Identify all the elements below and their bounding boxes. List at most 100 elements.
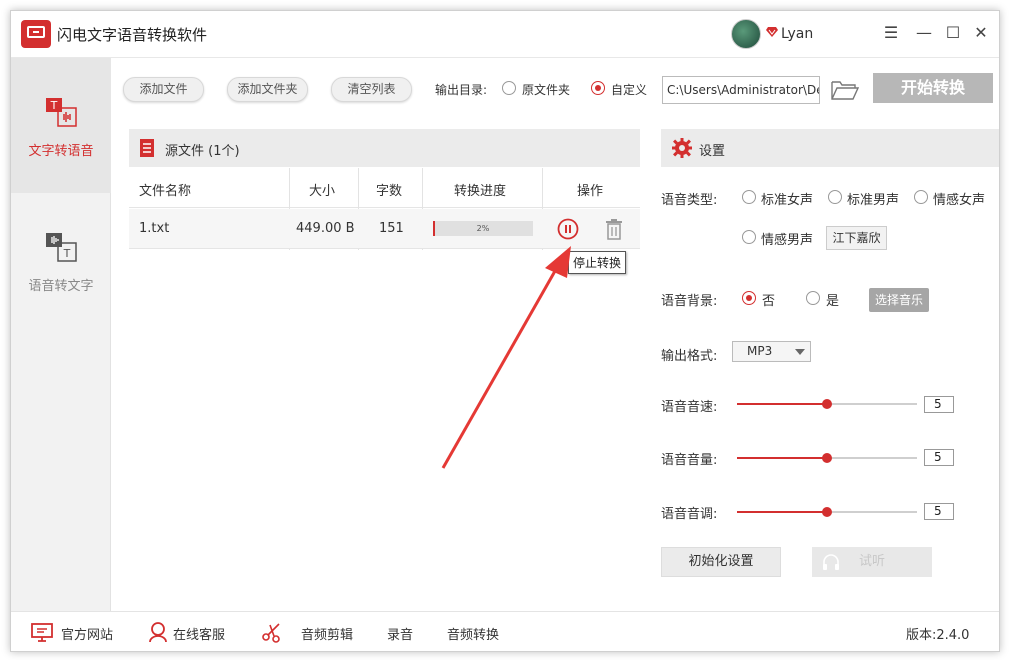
username[interactable]: Lyan (781, 26, 813, 42)
column-header-size: 大小 (309, 180, 335, 199)
slider-knob[interactable] (822, 399, 832, 409)
title-divider (11, 57, 1000, 58)
avatar[interactable] (731, 19, 761, 49)
progress-text: 2% (433, 221, 533, 236)
volume-slider[interactable] (737, 457, 917, 459)
start-convert-button[interactable]: 开始转换 (873, 73, 993, 103)
slider-fill (737, 403, 827, 405)
file-name-cell: 1.txt (139, 221, 169, 236)
official-website-link[interactable]: 官方网站 (61, 624, 113, 643)
text-to-speech-icon: T (44, 96, 78, 130)
radio-standard-male[interactable] (828, 190, 842, 204)
sidebar-item-label: 文字转语音 (11, 140, 111, 159)
output-path-input[interactable]: C:\Users\Administrator\De (662, 76, 820, 104)
settings-header: 设置 (661, 129, 1000, 167)
sidebar-item-speech-to-text[interactable]: T 语音转文字 (11, 193, 111, 328)
trash-icon[interactable] (605, 218, 623, 240)
slider-knob[interactable] (822, 507, 832, 517)
app-window: 闪电文字语音转换软件 Lyan ☰ — ☐ ✕ T 文字转语音 (10, 10, 1000, 652)
speed-label: 语音音速: (661, 396, 717, 415)
annotation-arrow-icon (431, 246, 581, 476)
column-header-chars: 字数 (376, 180, 402, 199)
sidebar-item-label: 语音转文字 (11, 275, 111, 294)
radio-emotional-male[interactable] (742, 230, 756, 244)
radio-emotional-male-label[interactable]: 情感男声 (761, 229, 813, 248)
vip-diamond-icon (766, 26, 778, 38)
audio-convert-link[interactable]: 音频转换 (447, 624, 499, 643)
radio-background-no[interactable] (742, 291, 756, 305)
headphone-icon (822, 553, 840, 571)
monitor-icon (31, 621, 53, 643)
choose-music-button[interactable]: 选择音乐 (869, 288, 929, 312)
record-link[interactable]: 录音 (387, 624, 413, 643)
speed-slider[interactable] (737, 403, 917, 405)
maximize-button[interactable]: ☐ (943, 23, 963, 43)
table-row[interactable]: 1.txt 449.00 B 151 2% (129, 209, 640, 249)
slider-fill (737, 511, 827, 513)
radio-background-no-label[interactable]: 否 (762, 290, 775, 309)
reset-settings-button[interactable]: 初始化设置 (661, 547, 781, 577)
radio-source-folder-label[interactable]: 原文件夹 (522, 81, 570, 98)
source-file-title: 源文件 (1个) (165, 140, 240, 159)
close-button[interactable]: ✕ (971, 23, 991, 43)
slider-knob[interactable] (822, 453, 832, 463)
gear-icon (671, 137, 693, 159)
column-header-name: 文件名称 (139, 180, 191, 199)
svg-text:T: T (50, 99, 58, 112)
slider-fill (737, 457, 827, 459)
listen-label: 试听 (859, 554, 885, 569)
support-agent-icon (147, 621, 169, 643)
radio-source-folder[interactable] (502, 81, 516, 95)
progress-bar: 2% (433, 221, 533, 236)
menu-icon[interactable]: ☰ (881, 23, 901, 43)
radio-standard-female-label[interactable]: 标准女声 (761, 189, 813, 208)
app-logo-icon (21, 20, 51, 48)
file-table-header: 文件名称 大小 字数 转换进度 操作 (129, 168, 640, 208)
app-title: 闪电文字语音转换软件 (57, 24, 207, 45)
voice-preset-button[interactable]: 江下嘉欣 (826, 226, 887, 250)
radio-custom-folder[interactable] (591, 81, 605, 95)
pause-icon[interactable] (557, 218, 579, 240)
scissors-icon (261, 621, 283, 643)
add-file-button[interactable]: 添加文件 (123, 77, 204, 102)
bottom-bar: 官方网站 在线客服 音频剪辑 录音 音频转换 版本:2.4.0 (11, 611, 1000, 652)
format-select[interactable]: MP3 (732, 341, 811, 362)
clear-list-button[interactable]: 清空列表 (331, 77, 412, 102)
audio-edit-link[interactable]: 音频剪辑 (301, 624, 353, 643)
column-header-progress: 转换进度 (454, 180, 506, 199)
format-select-value: MP3 (747, 344, 772, 358)
volume-value-input[interactable]: 5 (924, 449, 954, 466)
online-support-link[interactable]: 在线客服 (173, 624, 225, 643)
document-icon (139, 138, 155, 158)
settings-title: 设置 (699, 140, 725, 159)
radio-emotional-female-label[interactable]: 情感女声 (933, 189, 985, 208)
sidebar-item-text-to-speech[interactable]: T 文字转语音 (11, 58, 111, 193)
title-bar: 闪电文字语音转换软件 Lyan ☰ — ☐ ✕ (11, 11, 1000, 57)
file-chars-cell: 151 (379, 221, 404, 236)
folder-open-icon[interactable] (831, 79, 859, 101)
radio-custom-folder-label[interactable]: 自定义 (611, 81, 647, 98)
pitch-value-input[interactable]: 5 (924, 503, 954, 520)
version-text: 版本:2.4.0 (906, 624, 969, 643)
minimize-button[interactable]: — (914, 23, 934, 43)
add-folder-button[interactable]: 添加文件夹 (227, 77, 308, 102)
file-size-cell: 449.00 B (296, 221, 355, 236)
radio-background-yes[interactable] (806, 291, 820, 305)
radio-emotional-female[interactable] (914, 190, 928, 204)
radio-background-yes-label[interactable]: 是 (826, 290, 839, 309)
speed-value-input[interactable]: 5 (924, 396, 954, 413)
pitch-label: 语音音调: (661, 503, 717, 522)
speech-to-text-icon: T (44, 231, 78, 265)
pitch-slider[interactable] (737, 511, 917, 513)
chevron-down-icon (795, 349, 805, 355)
background-label: 语音背景: (661, 290, 717, 309)
format-label: 输出格式: (661, 345, 717, 364)
radio-standard-male-label[interactable]: 标准男声 (847, 189, 899, 208)
sidebar: T 文字转语音 T 语音转文字 (11, 58, 111, 611)
svg-text:T: T (63, 247, 71, 260)
listen-button[interactable]: 试听 (812, 547, 932, 577)
source-file-header: 源文件 (1个) (129, 129, 640, 167)
radio-standard-female[interactable] (742, 190, 756, 204)
volume-label: 语音音量: (661, 449, 717, 468)
column-header-action: 操作 (577, 180, 603, 199)
